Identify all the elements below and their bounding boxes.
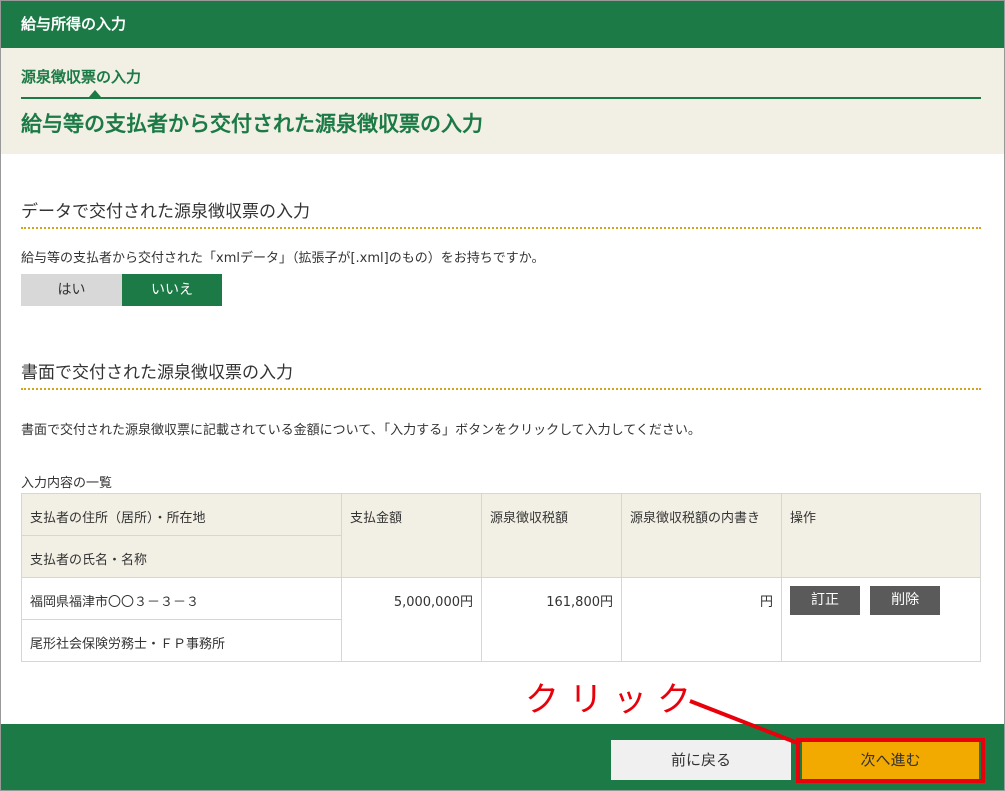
no-button[interactable]: いいえ [122, 274, 222, 306]
col-header-payment-amount: 支払金額 [341, 493, 482, 578]
back-button[interactable]: 前に戻る [611, 740, 791, 780]
step-indicator-icon [89, 90, 101, 97]
step-divider [21, 97, 981, 99]
row-operations: 訂正 削除 [781, 577, 981, 662]
data-section-heading: データで交付された源泉徴収票の入力 [21, 202, 310, 222]
paper-section-heading: 書面で交付された源泉徴収票の入力 [21, 363, 293, 383]
table-row: 福岡県福津市〇〇３－３－３ 5,000,000円 161,800円 円 訂正 削… [21, 577, 981, 662]
edit-button[interactable]: 訂正 [790, 586, 860, 615]
next-button[interactable]: 次へ進む [802, 742, 979, 779]
withholding-list-table: 支払者の住所（居所）・所在地 支払金額 源泉徴収税額 源泉徴収税額の内書き 操作… [21, 493, 981, 662]
row-address: 福岡県福津市〇〇３－３－３ [21, 577, 342, 620]
page-heading: 給与等の支払者から交付された源泉徴収票の入力 [21, 112, 483, 136]
paper-instruction: 書面で交付された源泉徴収票に記載されている金額について、「入力する」ボタンをクリ… [21, 423, 701, 438]
col-header-payer-name: 支払者の氏名・名称 [21, 535, 342, 578]
delete-button[interactable]: 削除 [870, 586, 941, 615]
section-divider [21, 388, 981, 390]
yes-button[interactable]: はい [21, 274, 122, 306]
section-divider [21, 227, 981, 229]
row-withholding-tax: 161,800円 [481, 577, 622, 662]
row-payment-amount: 5,000,000円 [341, 577, 482, 662]
col-header-withholding-tax: 源泉徴収税額 [481, 493, 622, 578]
col-header-operation: 操作 [781, 493, 981, 578]
click-annotation: クリック [525, 680, 701, 720]
row-withholding-breakdown: 円 [621, 577, 782, 662]
col-header-payer-address: 支払者の住所（居所）・所在地 [21, 493, 342, 536]
col-header-withholding-breakdown: 源泉徴収税額の内書き [621, 493, 782, 578]
window-title: 給与所得の入力 [21, 15, 127, 33]
list-caption: 入力内容の一覧 [21, 476, 113, 491]
step-label: 源泉徴収票の入力 [21, 68, 142, 86]
xml-question: 給与等の支払者から交付された「xmlデータ」（拡張子が[.xml]のもの）をお持… [21, 251, 545, 266]
row-name: 尾形社会保険労務士・ＦＰ事務所 [21, 619, 342, 662]
header-area [1, 48, 1004, 154]
page-title-bar: 給与所得の入力 [1, 1, 1004, 48]
